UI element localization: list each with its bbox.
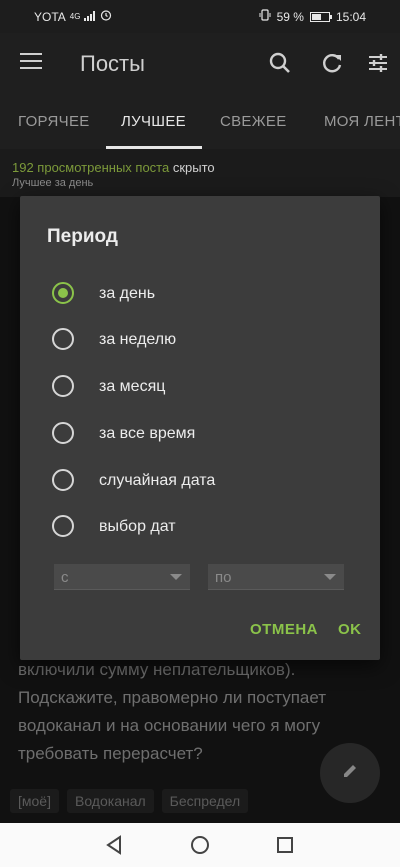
date-to-select[interactable]: по (208, 564, 344, 590)
status-bar: YOTA 4G 59 % 15:04 (0, 0, 400, 33)
radio-button[interactable] (52, 515, 74, 537)
tab-fresh[interactable]: СВЕЖЕЕ (220, 113, 287, 130)
period-dialog: Период за день за неделю за месяц за все… (20, 196, 380, 660)
radio-button[interactable] (52, 422, 74, 444)
battery-percent: 59 % (276, 9, 304, 24)
feed-subtitle: Лучшее за день (12, 177, 94, 189)
back-icon[interactable] (104, 835, 124, 860)
tab-my-feed[interactable]: МОЯ ЛЕНТ (324, 113, 400, 130)
vibrate-icon (259, 9, 271, 24)
option-date-range[interactable]: выбор дат (52, 515, 352, 539)
dropdown-arrow-icon (170, 574, 182, 580)
carrier-label: YOTA (34, 9, 66, 24)
recents-icon[interactable] (275, 835, 295, 860)
viewed-posts-info: 192 просмотренных поста скрыто (12, 160, 215, 175)
option-label: случайная дата (99, 472, 216, 489)
system-nav-bar (0, 823, 400, 867)
home-icon[interactable] (190, 835, 210, 860)
date-from-placeholder: с (61, 569, 69, 586)
battery-icon (309, 11, 332, 22)
tab-best[interactable]: ЛУЧШЕЕ (121, 113, 186, 130)
radio-button[interactable] (52, 375, 74, 397)
filter-icon[interactable] (366, 51, 390, 75)
dialog-title: Период (47, 226, 118, 247)
search-icon[interactable] (268, 51, 292, 75)
option-week[interactable]: за неделю (52, 328, 352, 352)
refresh-icon[interactable] (321, 51, 345, 75)
option-month[interactable]: за месяц (52, 375, 352, 399)
tab-indicator (106, 146, 202, 149)
ok-button[interactable]: OK (338, 621, 362, 638)
tab-hot[interactable]: ГОРЯЧЕЕ (18, 113, 90, 130)
option-label: за месяц (99, 378, 166, 395)
option-label: выбор дат (99, 518, 176, 535)
option-random-date[interactable]: случайная дата (52, 469, 352, 493)
hidden-label: скрыто (169, 160, 215, 175)
radio-button[interactable] (52, 282, 74, 304)
option-day[interactable]: за день (52, 282, 352, 306)
network-label: 4G (69, 12, 81, 21)
page-title: Посты (80, 51, 145, 76)
viewed-count[interactable]: 192 просмотренных поста (12, 160, 169, 175)
tab-bar: ГОРЯЧЕЕ ЛУЧШЕЕ СВЕЖЕЕ МОЯ ЛЕНТ (0, 93, 400, 149)
option-label: за день (99, 285, 156, 302)
date-from-select[interactable]: с (54, 564, 190, 590)
dropdown-arrow-icon (324, 574, 336, 580)
clock: 15:04 (335, 9, 366, 24)
date-to-placeholder: по (215, 569, 232, 586)
radio-button[interactable] (52, 328, 74, 350)
option-label: за все время (99, 425, 196, 442)
signal-icon (84, 10, 96, 24)
radio-button[interactable] (52, 469, 74, 491)
option-all-time[interactable]: за все время (52, 422, 352, 446)
menu-icon[interactable] (20, 53, 42, 71)
app-bar: Посты (0, 33, 400, 93)
alarm-icon (100, 9, 112, 24)
option-label: за неделю (99, 331, 177, 348)
cancel-button[interactable]: ОТМЕНА (250, 621, 318, 638)
